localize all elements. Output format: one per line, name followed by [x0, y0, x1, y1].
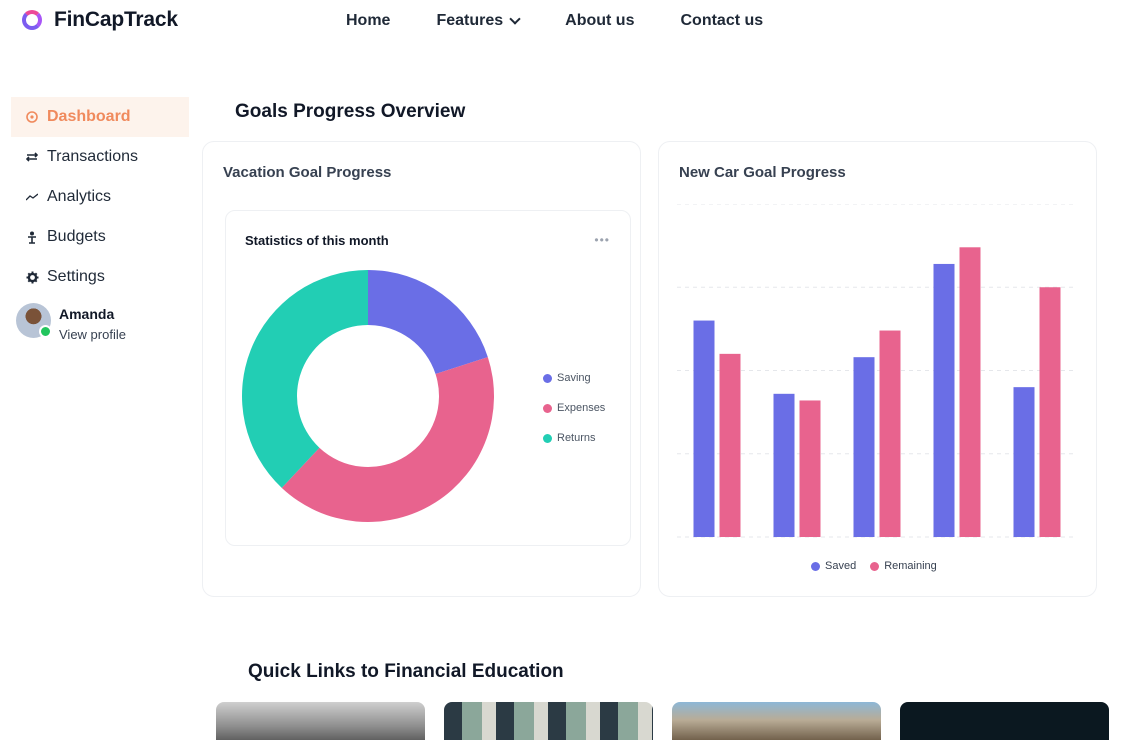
donut-slice-returns	[242, 270, 368, 488]
legend-swatch-returns	[543, 433, 552, 443]
brand-name: FinCapTrack	[54, 8, 178, 31]
legend-item-saved: Saved	[811, 560, 856, 572]
donut-chart	[242, 270, 494, 522]
legend-item-remaining: Remaining	[870, 560, 937, 572]
nav-about-label: About us	[565, 12, 635, 29]
education-card-dark-image[interactable]	[900, 702, 1109, 740]
top-navigation: FinCapTrack Home Features About us Conta…	[0, 0, 1140, 42]
avatar[interactable]	[16, 303, 52, 338]
sidebar-item-label: Settings	[47, 268, 105, 285]
donut-slice-saving	[368, 270, 488, 375]
bar-remaining-5	[1039, 287, 1061, 537]
sidebar-item-transactions[interactable]: Transactions	[11, 137, 189, 177]
sidebar-item-label: Analytics	[47, 188, 112, 205]
logo-icon	[22, 10, 42, 30]
goals-section-title: Goals Progress Overview	[235, 101, 466, 122]
sidebar-item-label: Dashboard	[47, 108, 131, 125]
legend-swatch-remaining	[870, 561, 880, 571]
bar-remaining-3	[879, 330, 901, 537]
legend-swatch-saved	[811, 561, 820, 571]
education-card-house-image[interactable]	[672, 702, 881, 740]
legend-label-remaining: Remaining	[884, 560, 937, 572]
bar-chart	[677, 204, 1077, 538]
statistics-title: Statistics of this month	[245, 233, 389, 248]
profile-name: Amanda	[59, 306, 115, 322]
sidebar-item-label: Transactions	[47, 148, 138, 165]
analytics-icon	[25, 193, 39, 201]
bar-saved-1	[693, 320, 715, 537]
vacation-card-title: Vacation Goal Progress	[223, 164, 392, 181]
sidebar-item-label: Budgets	[47, 228, 106, 245]
education-section-title: Quick Links to Financial Education	[248, 661, 564, 682]
nav-features[interactable]: Features	[436, 12, 521, 30]
sidebar: Dashboard Transactions Analytics Budgets…	[11, 97, 189, 342]
bar-remaining-4	[959, 247, 981, 537]
nav-features-label: Features	[436, 12, 504, 29]
nav-contact-label: Contact us	[680, 12, 764, 29]
legend-swatch-saving	[543, 373, 552, 383]
chevron-down-icon	[509, 13, 521, 25]
bar-remaining-1	[719, 353, 741, 537]
bar-remaining-2	[799, 400, 821, 537]
education-card-writing-image[interactable]	[216, 702, 425, 740]
sidebar-item-dashboard[interactable]: Dashboard	[11, 97, 189, 137]
legend-label-expenses: Expenses	[557, 402, 606, 414]
budgets-icon	[25, 231, 39, 244]
legend-label-saving: Saving	[557, 372, 591, 384]
bar-saved-4	[933, 263, 955, 537]
legend-label-saved: Saved	[825, 560, 857, 572]
sidebar-item-budgets[interactable]: Budgets	[11, 217, 189, 257]
nav-about[interactable]: About us	[565, 12, 634, 30]
new-car-card-title: New Car Goal Progress	[679, 164, 846, 181]
nav-home-label: Home	[346, 12, 391, 29]
legend-swatch-expenses	[543, 403, 552, 413]
bar-saved-5	[1013, 387, 1035, 537]
gear-icon	[25, 271, 39, 284]
nav-home[interactable]: Home	[346, 12, 390, 30]
legend-item-expenses: Expenses	[543, 393, 605, 423]
education-card-money-image[interactable]	[444, 702, 653, 740]
new-car-goal-card: New Car Goal Progress Saved Remaining	[658, 141, 1097, 597]
main-nav: Home Features About us Contact us	[346, 12, 763, 30]
vacation-goal-card: Vacation Goal Progress Statistics of thi…	[202, 141, 641, 597]
legend-label-returns: Returns	[557, 432, 596, 444]
sidebar-item-settings[interactable]: Settings	[11, 257, 189, 297]
legend-item-returns: Returns	[543, 423, 605, 453]
nav-contact[interactable]: Contact us	[680, 12, 763, 30]
donut-legend: Saving Expenses Returns	[543, 363, 605, 453]
monthly-statistics-card: Statistics of this month ••• Saving Expe…	[225, 210, 631, 546]
transactions-icon	[25, 152, 39, 162]
bar-saved-2	[773, 393, 795, 537]
bar-saved-3	[853, 357, 875, 537]
view-profile-link[interactable]: View profile	[59, 327, 126, 342]
sidebar-item-analytics[interactable]: Analytics	[11, 177, 189, 217]
legend-item-saving: Saving	[543, 363, 605, 393]
donut-slice-expenses	[281, 357, 494, 522]
brand-logo[interactable]: FinCapTrack	[22, 8, 178, 32]
profile-block[interactable]: Amanda View profile	[11, 303, 189, 342]
dashboard-icon	[25, 111, 39, 123]
more-options-icon[interactable]: •••	[594, 233, 610, 247]
bar-legend: Saved Remaining	[811, 560, 937, 572]
